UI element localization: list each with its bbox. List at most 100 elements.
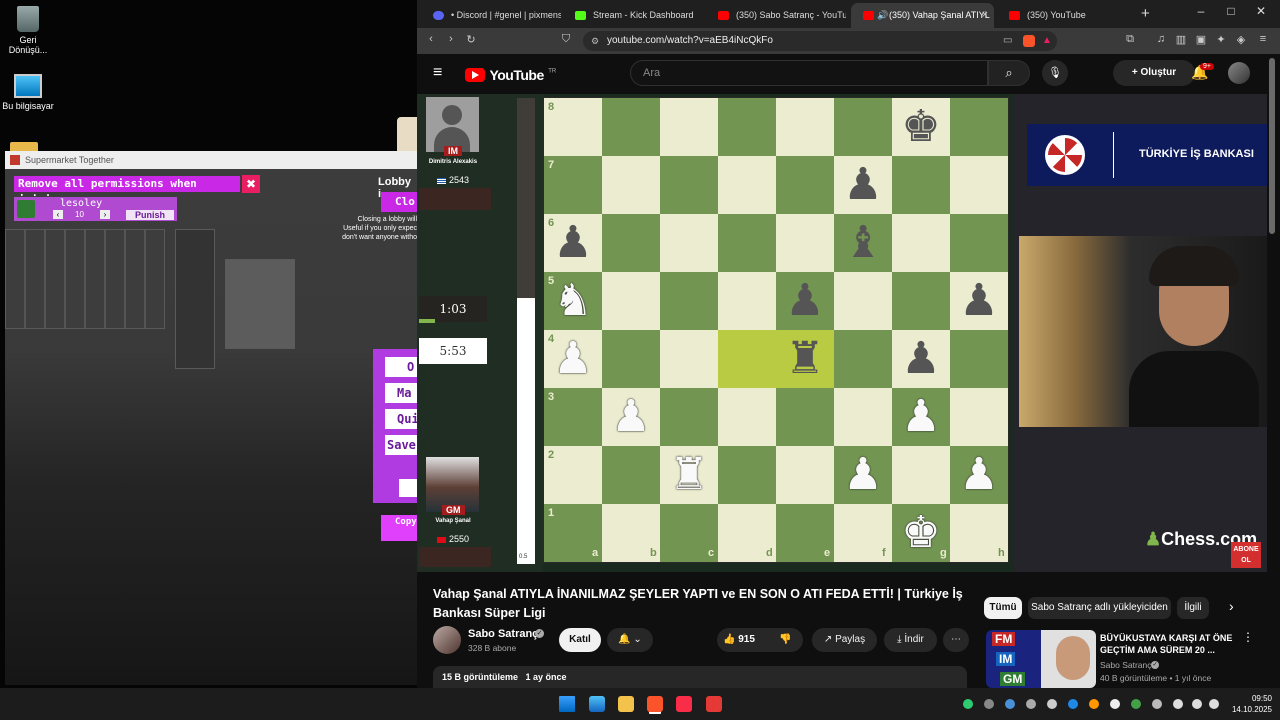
desktop-icon-this-pc[interactable]: Bu bilgisayar [0, 74, 56, 111]
menu-item[interactable]: Qui [385, 409, 417, 429]
tab-kick[interactable]: Stream - Kick Dashboard [563, 3, 703, 28]
tray-icon[interactable] [984, 699, 994, 709]
suggested-title[interactable]: BÜYÜKUSTAYA KARŞI AT ÖNE GEÇTİM AMA SÜRE… [1100, 632, 1245, 656]
video-player[interactable]: IM Dimitris Alexakis 2543 1:03 5:53 GM V… [417, 94, 1267, 572]
square-b8[interactable] [602, 98, 660, 156]
reload-icon[interactable]: ↻ [463, 33, 479, 46]
close-x-button[interactable]: ✖ [242, 175, 260, 193]
white-piece-h2[interactable]: ♟ [950, 446, 1008, 504]
suggested-more-icon[interactable]: ⋮ [1242, 630, 1254, 644]
white-piece-a4[interactable]: ♟ [544, 330, 602, 388]
volume-icon[interactable] [1192, 699, 1202, 709]
copy-button[interactable]: Copy [381, 515, 417, 541]
black-piece-a6[interactable]: ♟ [544, 214, 602, 272]
square-h6[interactable] [950, 214, 1008, 272]
white-piece-g3[interactable]: ♟ [892, 388, 950, 446]
share-button[interactable]: ↗ Paylaş [812, 628, 877, 652]
download-button[interactable]: ⤓ İndir [884, 628, 937, 652]
desktop-icon-recycle-bin[interactable]: Geri Dönüşü... [0, 6, 56, 55]
tray-icon[interactable] [1131, 699, 1141, 709]
new-tab-button[interactable]: + [1141, 5, 1150, 22]
white-piece-c2[interactable]: ♜ [660, 446, 718, 504]
white-piece-g1[interactable]: ♚ [892, 504, 950, 562]
vpn-icon[interactable]: ◈ [1233, 33, 1249, 46]
widgets-icon[interactable] [589, 696, 605, 712]
media-icon[interactable]: ♫ [1153, 33, 1169, 45]
tab-vahap-sanal[interactable]: 🔊 (350) Vahap Şanal ATIYL × [851, 3, 994, 28]
square-f3[interactable] [834, 388, 892, 446]
maximize-icon[interactable]: □ [1216, 4, 1246, 18]
square-d7[interactable] [718, 156, 776, 214]
voice-search-icon[interactable]: 🎙 [1042, 60, 1068, 86]
square-f4[interactable] [834, 330, 892, 388]
game-window[interactable]: Supermarket Together Remove all permissi… [5, 151, 417, 685]
dislike-button[interactable]: 👎 [779, 628, 791, 652]
square-d4[interactable] [718, 330, 776, 388]
black-piece-g8[interactable]: ♚ [892, 98, 950, 156]
menu-item[interactable] [399, 479, 417, 497]
black-piece-e4[interactable]: ♜ [776, 330, 834, 388]
white-piece-f2[interactable]: ♟ [834, 446, 892, 504]
square-d8[interactable] [718, 98, 776, 156]
white-piece-a5[interactable]: ♞ [544, 272, 602, 330]
square-c3[interactable] [660, 388, 718, 446]
close-window-icon[interactable]: ✕ [1246, 4, 1276, 18]
tray-icon[interactable] [1068, 699, 1078, 709]
black-piece-g4[interactable]: ♟ [892, 330, 950, 388]
square-h7[interactable] [950, 156, 1008, 214]
recording-app-icon[interactable] [706, 696, 722, 712]
suggested-channel[interactable]: Sabo Satranç [1100, 660, 1152, 670]
square-d3[interactable] [718, 388, 776, 446]
more-actions-button[interactable]: ⋯ [943, 628, 969, 652]
remove-permissions-bar[interactable]: Remove all permissions when joining [14, 176, 240, 206]
square-g2[interactable] [892, 446, 950, 504]
square-b7[interactable] [602, 156, 660, 214]
leo-icon[interactable]: ✦ [1213, 33, 1229, 46]
menu-item[interactable]: Save [385, 435, 417, 455]
brave-shield-icon[interactable] [1023, 35, 1035, 47]
square-h4[interactable] [950, 330, 1008, 388]
tray-icon[interactable] [1026, 699, 1036, 709]
avatar[interactable] [1228, 62, 1250, 84]
square-e8[interactable] [776, 98, 834, 156]
brave-icon[interactable] [647, 696, 663, 712]
page-scrollbar[interactable] [1269, 58, 1275, 234]
chip-from-uploader[interactable]: Sabo Satranç adlı yükleyiciden [1028, 597, 1171, 619]
clock[interactable]: 09:50 14.10.2025 [1226, 693, 1272, 715]
square-g7[interactable] [892, 156, 950, 214]
increment-button[interactable]: › [100, 210, 110, 219]
description-box[interactable]: 15 B görüntüleme 1 ay önce [433, 666, 967, 688]
tab-sabo-satranc[interactable]: (350) Sabo Satranç - YouTube [706, 3, 846, 28]
cast-icon[interactable]: ▭ [1003, 31, 1012, 51]
square-f8[interactable] [834, 98, 892, 156]
tab-discord[interactable]: • Discord | #genel | pixmens [421, 3, 561, 28]
chips-next-icon[interactable]: › [1229, 598, 1234, 614]
suggested-thumbnail[interactable]: FM IM GM [986, 630, 1096, 688]
screenshot-icon[interactable]: ⧉ [1122, 33, 1138, 46]
square-c7[interactable] [660, 156, 718, 214]
join-button[interactable]: Katıl [559, 628, 601, 652]
chip-all[interactable]: Tümü [984, 597, 1022, 619]
square-f5[interactable] [834, 272, 892, 330]
square-e2[interactable] [776, 446, 834, 504]
menu-icon[interactable]: ≡ [1255, 33, 1271, 45]
black-piece-h5[interactable]: ♟ [950, 272, 1008, 330]
search-input[interactable]: Ara [630, 60, 988, 86]
url-field[interactable]: ⚙ youtube.com/watch?v=aEB4iNcQkFo ▭ ▲ [583, 31, 1057, 51]
channel-avatar[interactable] [433, 626, 461, 654]
square-b6[interactable] [602, 214, 660, 272]
site-info-icon[interactable]: ⚙ [591, 31, 599, 51]
square-e3[interactable] [776, 388, 834, 446]
black-piece-f6[interactable]: ♝ [834, 214, 892, 272]
square-c8[interactable] [660, 98, 718, 156]
hamburger-icon[interactable]: ≡ [433, 64, 442, 82]
create-button[interactable]: + Oluştur [1113, 60, 1195, 86]
tray-icon[interactable] [1110, 699, 1120, 709]
search-icon[interactable]: ⌕ [988, 60, 1030, 86]
chip-related[interactable]: İlgili [1177, 597, 1209, 619]
back-icon[interactable]: ‹ [423, 33, 439, 45]
square-d5[interactable] [718, 272, 776, 330]
black-piece-f7[interactable]: ♟ [834, 156, 892, 214]
like-button[interactable]: 👍 915 [723, 628, 755, 652]
start-icon[interactable] [559, 696, 575, 712]
